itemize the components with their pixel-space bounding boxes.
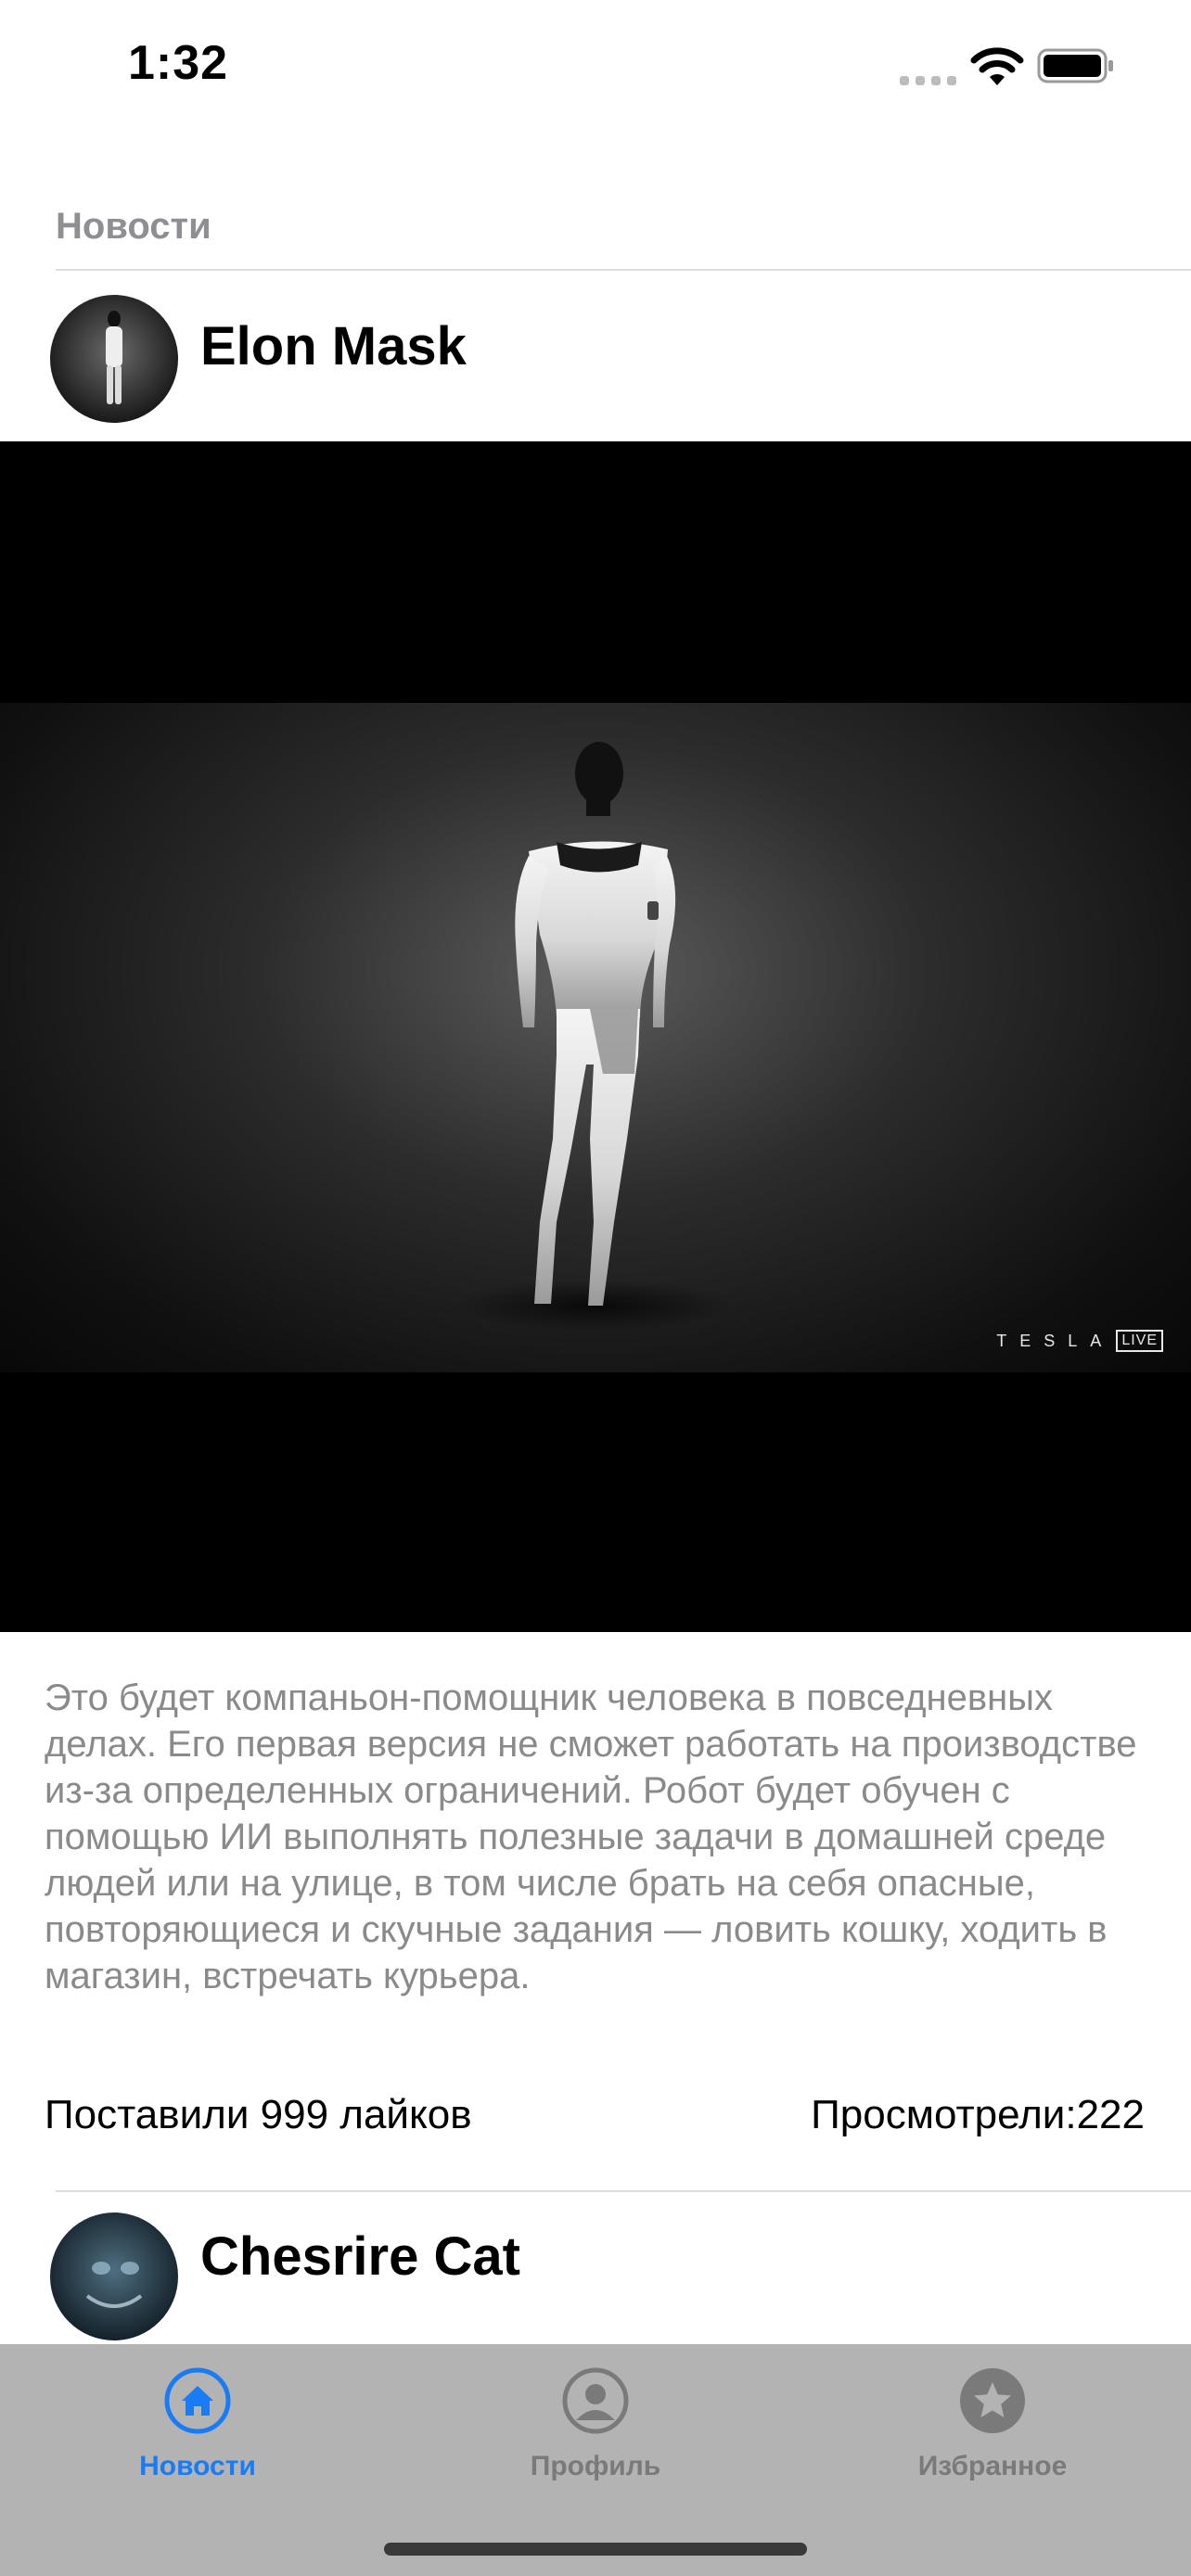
avatar[interactable] <box>50 2213 178 2340</box>
views-count: Просмотрели:222 <box>811 2092 1145 2137</box>
tab-label: Избранное <box>917 2451 1068 2481</box>
person-circle-icon <box>562 2367 629 2434</box>
watermark-text: TESLA <box>996 1331 1115 1350</box>
post-author[interactable]: Elon Mask <box>200 315 467 377</box>
live-badge: LIVE <box>1116 1330 1163 1352</box>
tab-label: Новости <box>139 2451 256 2481</box>
status-time: 1:32 <box>128 36 229 90</box>
tab-label: Профиль <box>530 2451 661 2481</box>
post-header[interactable]: Elon Mask <box>0 271 1191 423</box>
wifi-icon <box>970 47 1024 85</box>
battery-icon <box>1037 48 1113 83</box>
likes-count[interactable]: Поставили 999 лайков <box>45 2092 472 2138</box>
post-header[interactable]: Chesrire Cat <box>0 2192 1191 2340</box>
robot-photo: TESLA LIVE <box>0 703 1191 1372</box>
home-indicator[interactable] <box>384 2543 807 2556</box>
tab-bar: Новости Профиль Избранное <box>0 2344 1191 2576</box>
robot-figure <box>455 742 733 1332</box>
cellular-signal-icon <box>900 74 957 85</box>
section-title: Новости <box>56 206 211 247</box>
tab-news[interactable]: Новости <box>58 2366 337 2482</box>
tesla-live-watermark: TESLA LIVE <box>996 1330 1163 1352</box>
tab-favorites[interactable]: Избранное <box>853 2366 1132 2482</box>
post-author[interactable]: Chesrire Cat <box>200 2225 520 2288</box>
post-body-text: Это будет компаньон-помощник человека в … <box>45 1677 1137 1996</box>
post-image[interactable]: TESLA LIVE <box>0 441 1191 1632</box>
avatar[interactable] <box>50 295 178 423</box>
house-circle-icon <box>164 2367 231 2434</box>
post-stats: Поставили 999 лайков Просмотрели:222 <box>45 2092 1145 2138</box>
status-bar: 1:32 <box>0 0 1191 130</box>
star-circle-icon <box>960 2368 1025 2433</box>
tab-profile[interactable]: Профиль <box>456 2366 735 2482</box>
